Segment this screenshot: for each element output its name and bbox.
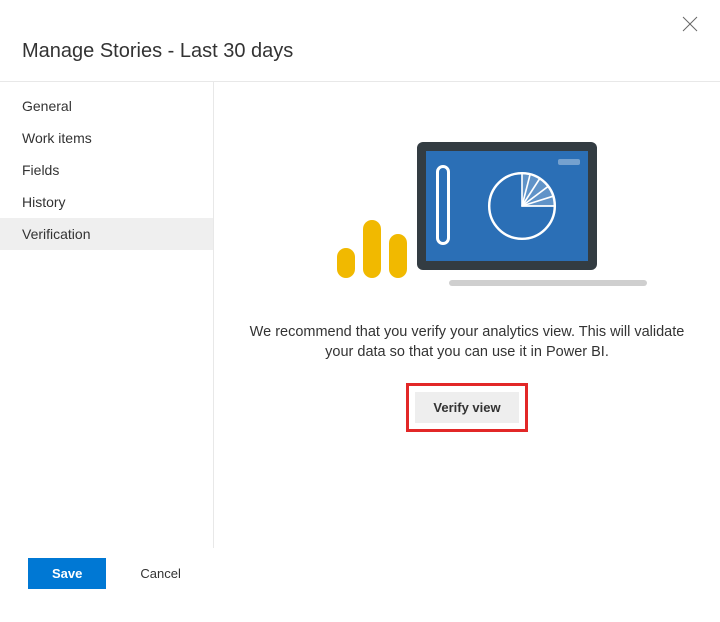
sidebar-item-general[interactable]: General	[0, 90, 213, 122]
save-button[interactable]: Save	[28, 558, 106, 589]
sidebar-item-history[interactable]: History	[0, 186, 213, 218]
sidebar-item-label: Work items	[22, 130, 92, 146]
analytics-illustration	[337, 142, 597, 292]
cancel-button[interactable]: Cancel	[120, 558, 200, 589]
sidebar-item-verification[interactable]: Verification	[0, 218, 213, 250]
main-content: We recommend that you verify your analyt…	[214, 82, 720, 548]
dialog-body: General Work items Fields History Verifi…	[0, 82, 720, 548]
close-icon	[682, 16, 698, 32]
verify-highlight-box: Verify view	[406, 383, 527, 432]
sidebar-item-label: Verification	[22, 226, 90, 242]
verify-view-button[interactable]: Verify view	[415, 392, 518, 423]
sidebar-item-label: History	[22, 194, 66, 210]
tablet-icon	[417, 142, 597, 270]
sidebar-item-work-items[interactable]: Work items	[0, 122, 213, 154]
dialog-footer: Save Cancel	[0, 548, 720, 589]
sidebar-item-label: General	[22, 98, 72, 114]
verification-message: We recommend that you verify your analyt…	[247, 322, 687, 363]
sidebar-item-label: Fields	[22, 162, 59, 178]
sidebar-item-fields[interactable]: Fields	[0, 154, 213, 186]
page-title: Manage Stories - Last 30 days	[22, 40, 720, 63]
pie-chart-icon	[481, 165, 563, 247]
bar-chart-icon	[337, 220, 407, 278]
sidebar: General Work items Fields History Verifi…	[0, 82, 214, 548]
close-button[interactable]	[678, 12, 702, 36]
dialog-header: Manage Stories - Last 30 days	[0, 0, 720, 82]
